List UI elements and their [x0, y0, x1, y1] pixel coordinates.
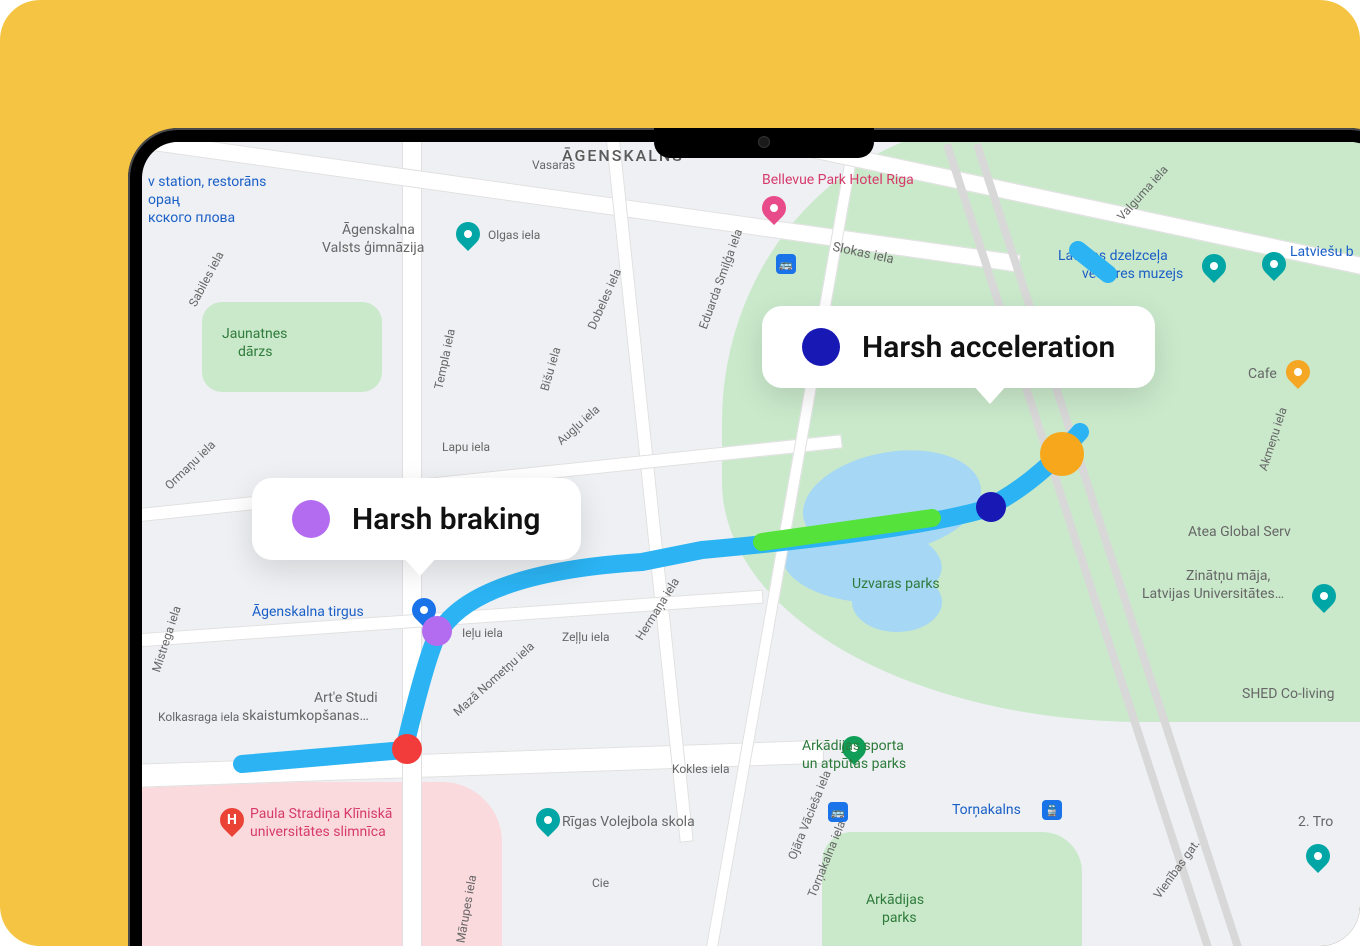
train-stop-icon[interactable]: 🚆: [1042, 800, 1062, 820]
poi-marker-icon[interactable]: [531, 803, 565, 837]
park-label: dārzs: [238, 344, 272, 360]
poi-label: кского плова: [148, 210, 235, 226]
event-marker-harsh-braking[interactable]: [422, 616, 452, 646]
street-label: Sabiles iela: [186, 249, 227, 309]
poi-label: Atea Global Serv: [1188, 524, 1291, 540]
poi-label: universitātes slimnīca: [250, 824, 386, 840]
poi-label: Zinātņu māja,: [1186, 568, 1270, 584]
poi-label: v station, restorāns: [148, 174, 266, 190]
poi-label: Torņakalns: [952, 802, 1021, 818]
park-area-arkadijas: [822, 832, 1082, 946]
poi-label: vēstures muzejs: [1082, 266, 1183, 282]
street-label: Ieļu iela: [462, 626, 503, 640]
poi-label: Latviešu b: [1290, 244, 1354, 260]
park-label: Uzvaras parks: [852, 576, 940, 592]
park-label: Arkādijas: [866, 892, 924, 908]
road: [604, 142, 693, 843]
callout-text: Harsh braking: [352, 502, 541, 537]
poi-label: Rīgas Volejbola skola: [562, 814, 695, 830]
poi-label: Bellevue Park Hotel Riga: [762, 172, 914, 188]
poi-label: Latvijas dzelzceļa: [1058, 248, 1168, 264]
park-label: un atpūtas parks: [802, 756, 906, 772]
street-label: Cie: [592, 876, 609, 890]
poi-marker-icon[interactable]: [1301, 839, 1335, 873]
park-label: Jaunatnes: [222, 326, 287, 342]
poi-label: 2. Tro: [1298, 814, 1333, 830]
poi-label: ораң: [148, 192, 180, 208]
device-bezel: ĀGENSKALNS v station, restorāns ораң кск…: [128, 128, 1360, 946]
street-label: Kokles iela: [672, 762, 729, 776]
event-marker-unknown[interactable]: [392, 734, 422, 764]
street-label: Templa iela: [431, 328, 457, 391]
street-label: Olgas iela: [488, 228, 540, 242]
bus-stop-icon[interactable]: 🚌: [776, 254, 796, 274]
callout-dot-icon: [802, 328, 840, 366]
callout-text: Harsh acceleration: [862, 330, 1115, 365]
park-label: parks: [882, 910, 917, 926]
poi-label: Cafe: [1248, 366, 1277, 382]
device-notch: [654, 128, 874, 158]
poi-label: Art'e Studi: [314, 690, 378, 706]
event-marker-route-point[interactable]: [1040, 432, 1084, 476]
camera-icon: [758, 136, 770, 148]
street-label: Mazā Nometņu iela: [451, 639, 537, 719]
street-label: Kolkasraga iela: [158, 710, 239, 724]
callout-harsh-acceleration[interactable]: Harsh acceleration: [762, 306, 1155, 388]
park-label: Arkādijas sporta: [802, 738, 904, 754]
street-label: Lapu iela: [442, 440, 490, 454]
product-frame: ĀGENSKALNS v station, restorāns ораң кск…: [0, 0, 1360, 946]
poi-label: skaistumkopšanas…: [242, 708, 369, 724]
callout-dot-icon: [292, 500, 330, 538]
callout-harsh-braking[interactable]: Harsh braking: [252, 478, 581, 560]
park-area-jaunatnes: [202, 302, 382, 392]
street-label: Bišu iela: [538, 345, 564, 392]
poi-label: Āgenskalna: [342, 222, 415, 238]
street-label: Ormaņu iela: [162, 438, 218, 493]
poi-label: Āgenskalna tirgus: [252, 604, 364, 620]
poi-label: SHED Co-living: [1242, 686, 1334, 702]
screen: ĀGENSKALNS v station, restorāns ораң кск…: [142, 142, 1360, 946]
street-label: Dobeles iela: [585, 266, 624, 331]
event-marker-harsh-acceleration[interactable]: [976, 492, 1006, 522]
street-label: Eduarda Smiļģa iela: [696, 227, 745, 331]
poi-marker-school-icon[interactable]: [451, 217, 485, 251]
street-label: Augļu iela: [554, 402, 602, 447]
poi-label: Latvijas Universitātes…: [1142, 586, 1284, 602]
poi-label: Paula Stradiņa Klīniskā: [250, 806, 392, 822]
street-label: Zeļļu iela: [562, 630, 610, 644]
map-canvas[interactable]: ĀGENSKALNS v station, restorāns ораң кск…: [142, 142, 1360, 946]
poi-label: Valsts ģimnāzija: [322, 240, 424, 256]
street-label: Vasaras: [532, 158, 575, 172]
